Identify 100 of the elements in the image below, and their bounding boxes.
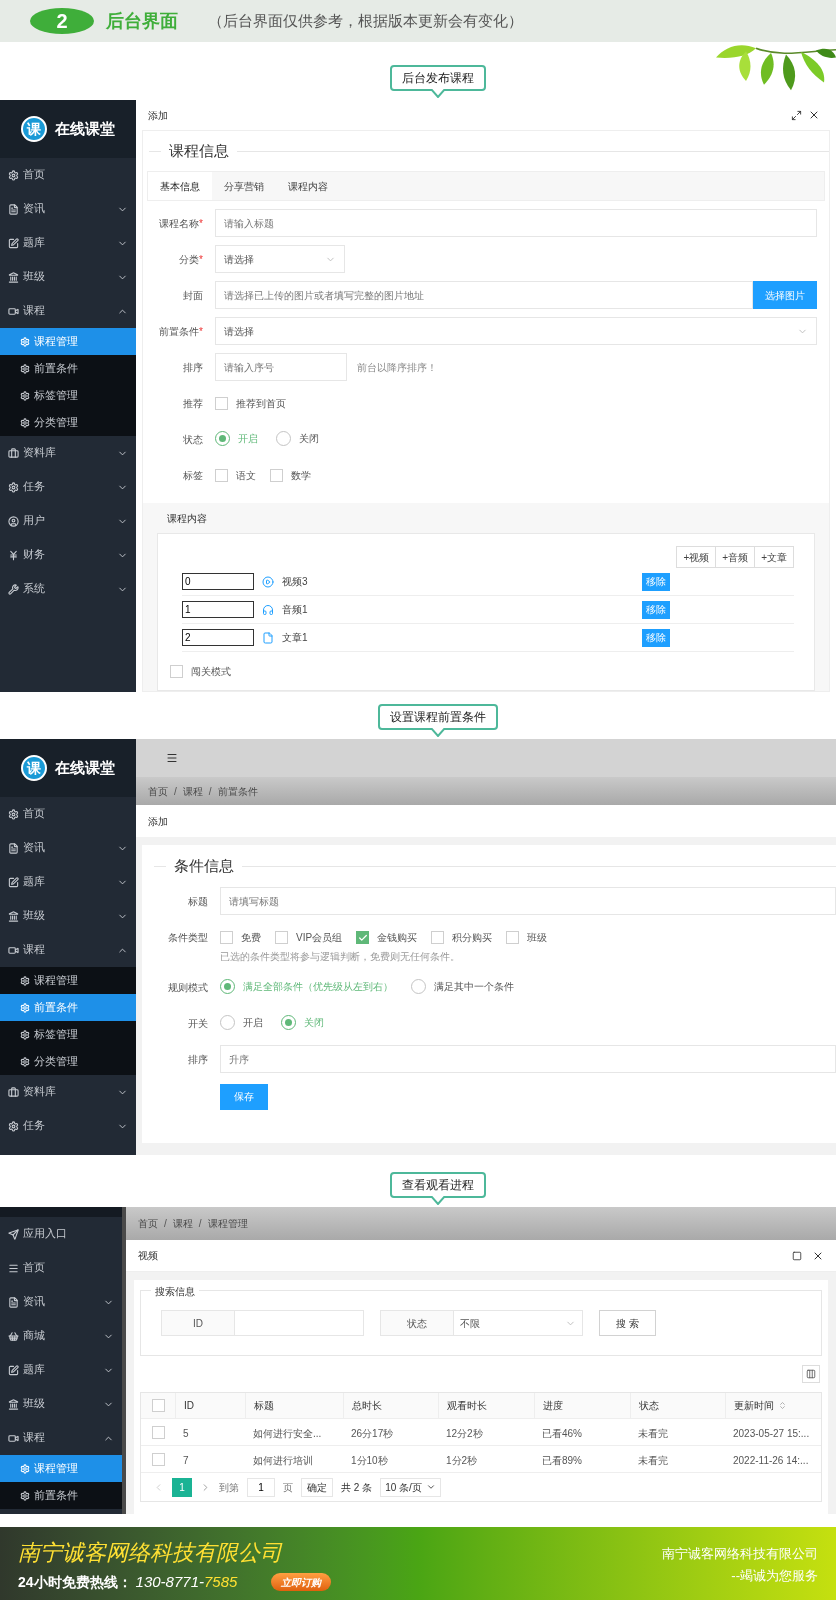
radio-button[interactable] bbox=[411, 979, 426, 994]
checkbox[interactable] bbox=[151, 1399, 165, 1412]
breadcrumb-link[interactable]: 前置条件 bbox=[217, 783, 258, 799]
order-field[interactable]: 1 bbox=[182, 601, 254, 618]
add-content-button[interactable]: +文章 bbox=[754, 546, 794, 568]
menu-icon[interactable] bbox=[166, 752, 178, 764]
checkbox[interactable] bbox=[506, 931, 520, 944]
checkbox[interactable] bbox=[270, 469, 283, 482]
sidebar-item[interactable]: 资讯 bbox=[0, 192, 136, 226]
sidebar-subitem[interactable]: 分类管理 bbox=[0, 409, 136, 436]
radio-label: 满足其中一个条件 bbox=[434, 980, 514, 994]
document-icon bbox=[8, 1296, 19, 1308]
select-field[interactable]: 请选择 bbox=[215, 317, 817, 345]
video-camera-icon bbox=[8, 305, 19, 317]
radio-button[interactable] bbox=[281, 1015, 296, 1030]
sidebar-item[interactable]: 资讯 bbox=[0, 1285, 122, 1319]
sidebar-item[interactable]: 系统 bbox=[0, 572, 136, 606]
sidebar-subitem[interactable]: 标签管理 bbox=[0, 382, 136, 409]
tab[interactable]: 基本信息 bbox=[148, 172, 212, 200]
field-label: 开关 bbox=[188, 1017, 208, 1031]
columns-icon bbox=[806, 1369, 816, 1379]
text-field[interactable]: 请输入序号 bbox=[215, 353, 347, 381]
field-label: 条件类型 bbox=[168, 931, 208, 945]
sidebar-item[interactable]: 用户 bbox=[0, 504, 136, 538]
content-title: 音频1 bbox=[282, 603, 309, 617]
breadcrumb-link[interactable]: 课程管理 bbox=[207, 1216, 248, 1231]
radio-button[interactable] bbox=[276, 431, 291, 446]
breadcrumb-link[interactable]: 课程 bbox=[172, 1216, 193, 1231]
close-icon[interactable] bbox=[808, 109, 820, 121]
field-label: ID bbox=[161, 1310, 235, 1336]
order-field[interactable]: 0 bbox=[182, 573, 254, 590]
hint-text: 已选的条件类型将参与逻辑判断，免费则无任何条件。 bbox=[220, 950, 461, 964]
page-size-select[interactable]: 10 条/页 bbox=[380, 1477, 441, 1497]
text-field[interactable]: 请选择已上传的图片或者填写完整的图片地址 bbox=[215, 281, 753, 309]
checkbox[interactable] bbox=[356, 931, 370, 944]
sidebar-item[interactable]: 班级 bbox=[0, 899, 136, 933]
sidebar-item[interactable]: 应用入口 bbox=[0, 1217, 122, 1251]
checkbox[interactable] bbox=[151, 1452, 165, 1466]
radio-button[interactable] bbox=[220, 979, 235, 994]
sidebar-item[interactable]: 资讯 bbox=[0, 831, 136, 865]
search-button[interactable]: 搜 索 bbox=[599, 1310, 656, 1336]
checkbox[interactable] bbox=[220, 931, 233, 944]
columns-button[interactable] bbox=[802, 1365, 820, 1383]
checkbox-label: 金钱购买 bbox=[377, 931, 418, 945]
breadcrumb-link[interactable]: 首页 bbox=[138, 1216, 158, 1231]
select-field[interactable]: 请选择 bbox=[215, 245, 345, 273]
sidebar-item[interactable]: 商城 bbox=[0, 1319, 122, 1353]
page-label: 页 bbox=[283, 1480, 293, 1495]
sidebar-item[interactable]: 题库 bbox=[0, 1353, 122, 1387]
sidebar-subitem[interactable]: 前置条件 bbox=[0, 1482, 122, 1509]
id-field[interactable] bbox=[234, 1310, 364, 1336]
field-label: 前置条件* bbox=[159, 325, 203, 339]
breadcrumb-link[interactable]: 课程 bbox=[182, 783, 203, 799]
radio-button[interactable] bbox=[220, 1015, 235, 1030]
text-field[interactable]: 请输入标题 bbox=[215, 209, 817, 237]
sidebar-subitem[interactable]: 标签管理 bbox=[0, 1021, 136, 1048]
text-field[interactable]: 请填写标题 bbox=[220, 887, 836, 915]
sidebar-subitem[interactable]: 课程管理 bbox=[0, 967, 136, 994]
checkbox[interactable] bbox=[275, 931, 288, 944]
gear-icon bbox=[8, 169, 19, 181]
sidebar-item[interactable]: 首页 bbox=[0, 1251, 122, 1285]
checkbox[interactable] bbox=[431, 931, 445, 944]
tab[interactable]: 分享营销 bbox=[212, 172, 276, 200]
sidebar-item[interactable]: 课程 bbox=[0, 294, 136, 328]
add-content-button[interactable]: +音频 bbox=[715, 546, 756, 568]
sidebar-item[interactable]: 任务 bbox=[0, 1109, 136, 1143]
checkbox[interactable] bbox=[215, 397, 228, 410]
status-select[interactable]: 不限 bbox=[453, 1310, 583, 1336]
page-number-field[interactable]: 1 bbox=[247, 1477, 275, 1497]
sidebar-item[interactable]: 课程 bbox=[0, 933, 136, 967]
sidebar-item[interactable]: 财务 bbox=[0, 538, 136, 572]
radio-label: 关闭 bbox=[304, 1016, 324, 1030]
add-content-button[interactable]: +视频 bbox=[676, 546, 717, 568]
logo: 课 bbox=[21, 116, 47, 142]
checkbox[interactable] bbox=[151, 1425, 165, 1439]
order-field[interactable]: 2 bbox=[182, 629, 254, 646]
sidebar-item[interactable]: 班级 bbox=[0, 260, 136, 294]
sidebar-item[interactable]: 资料库 bbox=[0, 436, 136, 470]
sidebar-item[interactable]: 资料库 bbox=[0, 1075, 136, 1109]
breadcrumb-link[interactable]: 首页 bbox=[148, 783, 168, 799]
basket-icon bbox=[8, 1330, 19, 1342]
checkbox[interactable] bbox=[170, 665, 183, 678]
radio-button[interactable] bbox=[215, 431, 230, 446]
section-heading: 后台界面 bbox=[106, 9, 178, 33]
confirm-button[interactable]: 确定 bbox=[301, 1477, 333, 1497]
edit-icon bbox=[8, 876, 19, 888]
maximize-icon[interactable] bbox=[792, 1250, 802, 1261]
sidebar-subitem[interactable]: 分类管理 bbox=[0, 1048, 136, 1075]
sidebar-item[interactable]: 首页 bbox=[0, 158, 136, 192]
maximize-icon[interactable] bbox=[791, 109, 802, 121]
sidebar-item[interactable]: 课程 bbox=[0, 1421, 122, 1455]
checkbox[interactable] bbox=[215, 469, 228, 482]
tab[interactable]: 课程内容 bbox=[276, 172, 340, 200]
sidebar-item[interactable]: 题库 bbox=[0, 865, 136, 899]
sidebar-item[interactable]: 题库 bbox=[0, 226, 136, 260]
sidebar-item[interactable]: 首页 bbox=[0, 797, 136, 831]
sidebar-item[interactable]: 班级 bbox=[0, 1387, 122, 1421]
sidebar-subitem[interactable]: 前置条件 bbox=[0, 355, 136, 382]
text-field[interactable]: 升序 bbox=[220, 1045, 836, 1073]
sidebar-item[interactable]: 任务 bbox=[0, 470, 136, 504]
